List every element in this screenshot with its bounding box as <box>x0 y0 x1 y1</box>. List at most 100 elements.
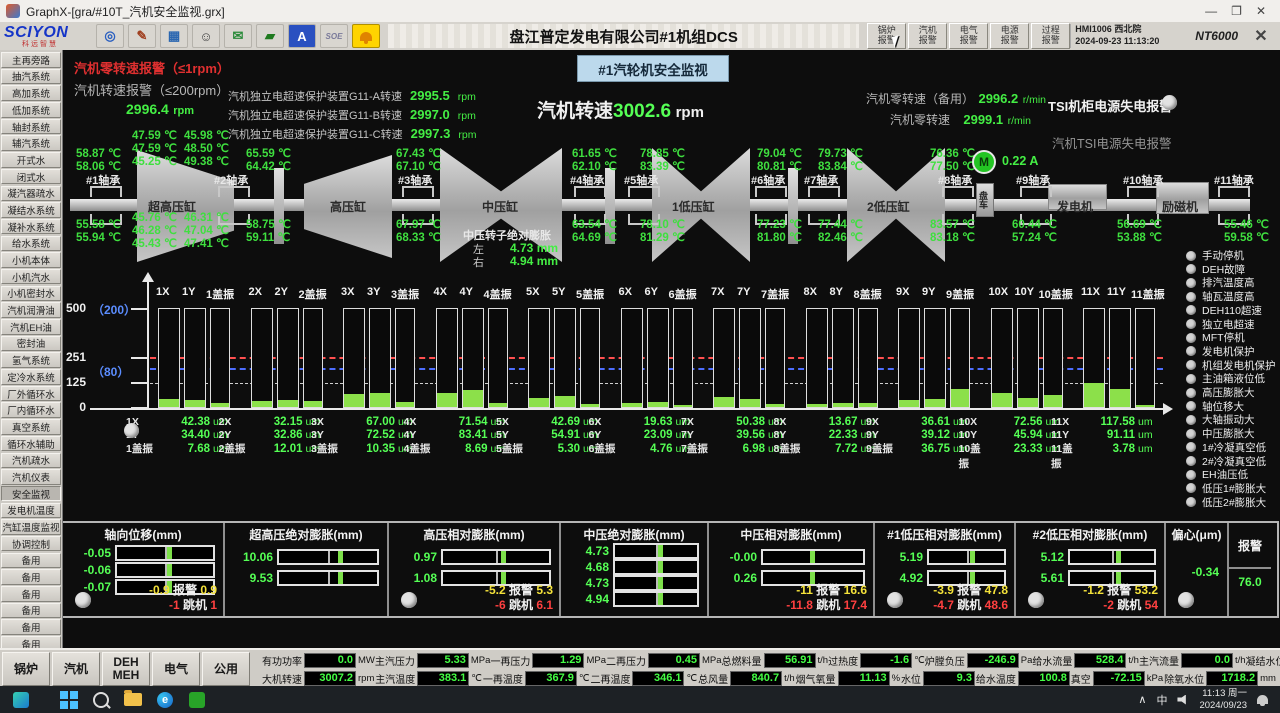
trend-icon[interactable]: ▰ <box>256 24 284 48</box>
sidebar-item-28[interactable]: 汽缸温度监视 <box>1 519 61 535</box>
status-field-row2-1: 主汽温度383.1℃ <box>375 671 482 686</box>
lp2-rel-expansion-alarm-low: -1.2 <box>1083 583 1107 597</box>
lp1-rel-expansion-trip-low: -4.7 <box>933 598 957 612</box>
process-alarm-button[interactable]: 过程报警 <box>1031 23 1070 49</box>
graphx-taskbar-icon[interactable] <box>186 690 208 710</box>
sidebar-item-30[interactable]: 备用 <box>1 553 61 569</box>
sidebar-item-21[interactable]: 厂内循环水 <box>1 402 61 418</box>
sidebar-item-2[interactable]: 高加系统 <box>1 85 61 101</box>
sidebar-item-33[interactable]: 备用 <box>1 603 61 619</box>
file-explorer-icon[interactable] <box>122 690 144 710</box>
sidebar-item-29[interactable]: 协调控制 <box>1 536 61 552</box>
ip-rel-expansion-trip-label: 跳机 <box>816 598 843 612</box>
taskbar-clock[interactable]: 11:13 周一 2024/09/23 <box>1199 688 1247 712</box>
sidebar-item-19[interactable]: 定冷水系统 <box>1 369 61 385</box>
axial-displacement-indicator <box>75 592 91 608</box>
protection-alarm-indicator-4 <box>1186 305 1196 315</box>
protection-alarm-indicator-17 <box>1186 483 1196 493</box>
tab-common[interactable]: 公用 <box>202 652 250 686</box>
sidebar-item-24[interactable]: 汽机疏水 <box>1 453 61 469</box>
sidebar-item-7[interactable]: 闭式水 <box>1 169 61 185</box>
sidebar-item-16[interactable]: 汽机EH油 <box>1 319 61 335</box>
toolbar-close-icon[interactable]: ✕ <box>1248 25 1274 47</box>
monitor-icon[interactable]: ▦ <box>160 24 188 48</box>
axial-displacement-trip-setpoints: -1 跳机 1 <box>149 598 217 613</box>
vib-tickmark-0 <box>131 407 147 409</box>
status-value-row2-3: 346.1 <box>632 671 684 686</box>
input-language-indicator[interactable]: 中 <box>1156 692 1167 708</box>
start-icon[interactable] <box>58 690 80 710</box>
sidebar-item-12[interactable]: 小机本体 <box>1 252 61 268</box>
sidebar-item-4[interactable]: 轴封系统 <box>1 119 61 135</box>
vib-x-axis-arrow <box>1163 403 1173 415</box>
sidebar-item-9[interactable]: 凝结水系统 <box>1 202 61 218</box>
vib-header-5盖振: 5盖振 <box>576 286 604 302</box>
vib-value-9Y: 39.12 <box>898 429 950 441</box>
send-icon[interactable]: ✉ <box>224 24 252 48</box>
sidebar-item-10[interactable]: 凝补水系统 <box>1 219 61 235</box>
vib-value-5X: 42.69 <box>528 416 580 428</box>
status-tabs: 锅炉汽机DEHMEH电气 公用 <box>2 652 250 686</box>
tray-chevron-icon[interactable]: ∧ <box>1138 693 1146 706</box>
volume-icon[interactable] <box>1177 695 1189 705</box>
sidebar-item-1[interactable]: 抽汽系统 <box>1 69 61 85</box>
sidebar-item-22[interactable]: 真空系统 <box>1 419 61 435</box>
vib-value-label-5Y: 5Y <box>496 429 528 441</box>
sidebar-item-0[interactable]: 主再旁路 <box>1 52 61 68</box>
sidebar-item-18[interactable]: 氢气系统 <box>1 352 61 368</box>
vib-header-2盖振: 2盖振 <box>299 286 327 302</box>
sidebar-item-11[interactable]: 给水系统 <box>1 236 61 252</box>
sidebar-item-13[interactable]: 小机汽水 <box>1 269 61 285</box>
power-alarm-button[interactable]: 电源报警 <box>990 23 1029 49</box>
tab-turbine[interactable]: 汽机 <box>52 652 100 686</box>
sidebar-item-8[interactable]: 凝汽器疏水 <box>1 186 61 202</box>
vib-value-row-2X: 2X32.15um <box>219 416 321 428</box>
sidebar-item-5[interactable]: 辅汽系统 <box>1 135 61 151</box>
close-button[interactable]: ✕ <box>1256 4 1266 18</box>
weather-icon[interactable] <box>10 690 32 710</box>
ip-rel-expansion-bar-row-0: -0.00 <box>713 549 865 565</box>
sidebar-item-26[interactable]: 安全监视 <box>1 486 61 502</box>
sidebar-item-20[interactable]: 厂外循环水 <box>1 386 61 402</box>
connect-icon[interactable]: ◎ <box>96 24 124 48</box>
sidebar-item-32[interactable]: 备用 <box>1 586 61 602</box>
edge-icon[interactable]: e <box>154 690 176 710</box>
minimize-button[interactable]: — <box>1205 4 1217 18</box>
font-icon[interactable]: A <box>288 24 316 48</box>
tab-deh-meh[interactable]: DEHMEH <box>102 652 150 686</box>
soe-icon[interactable]: SOE <box>320 24 348 48</box>
status-unit-row2-8: kPa <box>1147 673 1163 684</box>
vib-bar-2Y <box>277 308 299 408</box>
status-field-row1-7: 给水流量528.4t/h <box>1032 653 1139 668</box>
alarm-bell-icon[interactable] <box>352 24 380 48</box>
status-value-row1-3: 0.45 <box>648 653 700 668</box>
maximize-button[interactable]: ❐ <box>1231 4 1242 18</box>
search-icon[interactable] <box>90 690 112 710</box>
status-field-row1-3: 二再压力0.45MPa <box>606 653 722 668</box>
bell-glyph <box>360 32 372 41</box>
lp2-rel-expansion-bar-marker-0 <box>1116 551 1121 563</box>
sidebar-item-3[interactable]: 低加系统 <box>1 102 61 118</box>
print-icon[interactable]: ✎ <box>128 24 156 48</box>
sidebar-item-6[interactable]: 开式水 <box>1 152 61 168</box>
notification-bell-icon[interactable] <box>1257 695 1268 704</box>
sidebar-item-23[interactable]: 循环水辅助 <box>1 436 61 452</box>
sidebar-item-15[interactable]: 汽机润滑油 <box>1 302 61 318</box>
operator-icon[interactable]: ☺ <box>192 24 220 48</box>
sidebar-item-14[interactable]: 小机密封水 <box>1 286 61 302</box>
axial-displacement-trip-label: 跳机 <box>183 598 210 612</box>
protection-alarm-indicator-13 <box>1186 429 1196 439</box>
lp1-rel-expansion-alarm-high: 47.8 <box>985 583 1008 597</box>
sidebar-item-17[interactable]: 密封油 <box>1 336 61 352</box>
tab-electrical[interactable]: 电气 <box>152 652 200 686</box>
protection-alarm-indicator-1 <box>1186 264 1196 274</box>
turbine-alarm-button[interactable]: 汽机报警 <box>908 23 947 49</box>
tab-boiler[interactable]: 锅炉 <box>2 652 50 686</box>
sidebar-item-27[interactable]: 发电机温度 <box>1 503 61 519</box>
electrical-alarm-button[interactable]: 电气报警 <box>949 23 988 49</box>
tab-common-line1: 公用 <box>214 663 238 676</box>
sidebar-item-31[interactable]: 备用 <box>1 569 61 585</box>
vib-bar-fill-3X <box>344 394 364 407</box>
sidebar-item-34[interactable]: 备用 <box>1 619 61 635</box>
sidebar-item-25[interactable]: 汽机仪表 <box>1 469 61 485</box>
